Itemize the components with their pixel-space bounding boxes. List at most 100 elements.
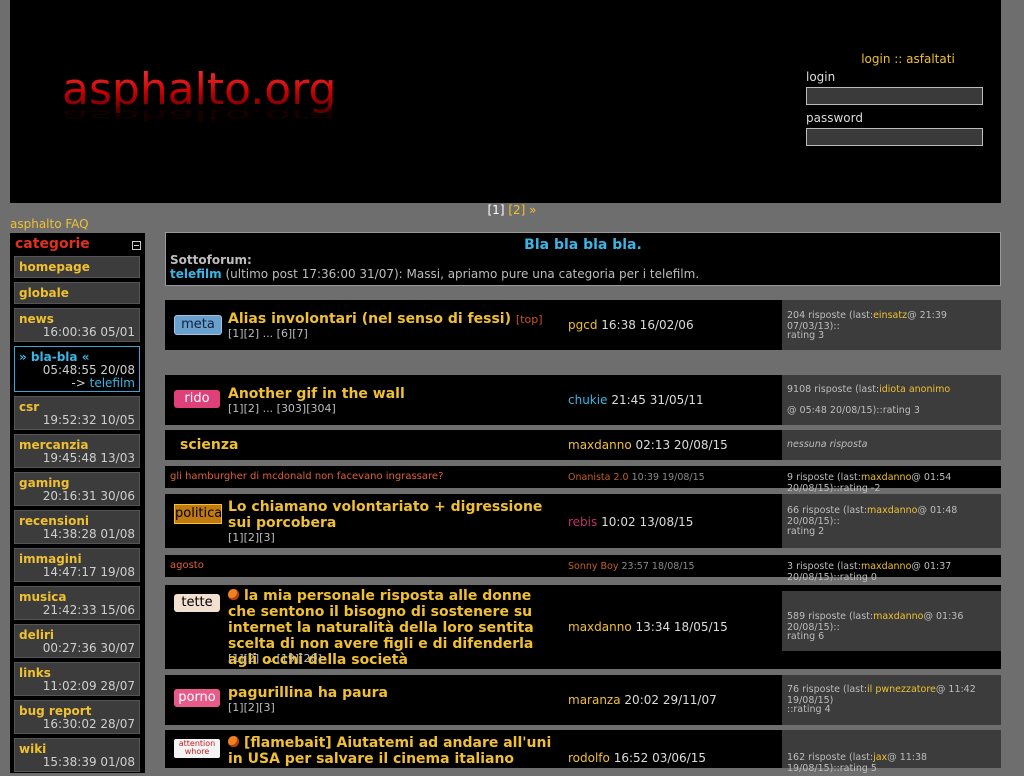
thread-title[interactable]: [flamebait] Aiutatemi ad andare all'uni … (228, 735, 558, 767)
login-box: login :: asfaltati login password (806, 52, 996, 152)
last-user[interactable]: maxdanno (861, 561, 911, 572)
thread-author[interactable]: rodolfo (568, 751, 610, 765)
thread-stats: nessuna risposta (782, 430, 1001, 460)
subforum-link[interactable]: telefilm (170, 267, 222, 281)
thread-row[interactable]: politica Lo chiamano volontariato + digr… (165, 494, 1001, 548)
category-wiki[interactable]: wiki 15:38:39 01/08 (14, 738, 140, 772)
thread-date: 10:02 13/08/15 (601, 515, 694, 529)
thread-title[interactable]: pagurillina ha paura (228, 685, 388, 701)
thread-stats: 3 risposte (last:maxdanno@ 01:37 20/08/1… (787, 561, 1001, 583)
logo-reflection: asphalto.org (62, 106, 336, 124)
thread-title[interactable]: scienza (180, 437, 239, 453)
thread-title[interactable]: Lo chiamano volontariato + digressione s… (228, 499, 548, 531)
thread-pages[interactable]: [1][2] ... [303][304] (228, 402, 336, 415)
login-title: login :: asfaltati (820, 52, 996, 66)
thread-author[interactable]: Sonny Boy (568, 561, 618, 572)
thread-pages[interactable]: [1][2] ... [19][20] (228, 652, 322, 665)
category-last-post-time: 05:48:55 20/08 (42, 363, 135, 377)
category-label: musica (19, 590, 67, 604)
thread-pages[interactable]: [1][2][3] (228, 531, 275, 544)
category-news[interactable]: news 16:00:36 05/01 (14, 308, 140, 342)
category-mercanzia[interactable]: mercanzia 19:45:48 13/03 (14, 434, 140, 468)
thread-row-compact[interactable]: agosto Sonny Boy 23:57 18/08/15 3 rispos… (165, 555, 1001, 583)
thread-row[interactable]: rido Another gif in the wall [1][2] ... … (165, 375, 1001, 425)
thread-date: 16:38 16/02/06 (601, 318, 694, 332)
category-immagini[interactable]: immagini 14:47:17 19/08 (14, 548, 140, 582)
thread-date: 02:13 20/08/15 (635, 438, 728, 452)
thread-rating: rating 2 (787, 526, 825, 537)
last-user[interactable]: maxdanno (861, 472, 911, 483)
category-recensioni[interactable]: recensioni 14:38:28 01/08 (14, 510, 140, 544)
thread-date: 21:45 31/05/11 (611, 393, 704, 407)
thread-author[interactable]: maxdanno (568, 438, 632, 452)
thread-row[interactable]: attention whore [flamebait] Aiutatemi ad… (165, 730, 1001, 774)
thread-title[interactable]: Alias involontari (nel senso di fessi) [… (228, 311, 542, 328)
subforum-line: telefilm (ultimo post 17:36:00 31/07): M… (170, 267, 699, 281)
thread-row[interactable]: tette la mia personale risposta alle don… (165, 585, 1001, 669)
thread-rating: ::rating 4 (787, 704, 831, 715)
category-gaming[interactable]: gaming 20:16:31 30/06 (14, 472, 140, 506)
category-label: bug report (19, 704, 92, 718)
thread-replies: nessuna risposta (787, 439, 868, 450)
thread-author-date: rebis 10:02 13/08/15 (568, 515, 693, 529)
top-link[interactable]: [top] (516, 313, 543, 326)
thread-pages[interactable]: [1][2][3] (228, 701, 275, 714)
last-user[interactable]: maxdanno (867, 505, 917, 516)
thread-stats: 9108 risposte (last:idiota anonimo @ 05:… (782, 375, 1001, 425)
category-links[interactable]: links 11:02:09 28/07 (14, 662, 140, 696)
category-musica[interactable]: musica 21:42:33 15/06 (14, 586, 140, 620)
category-label: immagini (19, 552, 82, 566)
next-page-arrow[interactable]: » (529, 203, 536, 217)
category-csr[interactable]: csr 19:52:32 10/05 (14, 396, 140, 430)
thread-pages[interactable]: [1][2] ... [6][7] (228, 327, 308, 340)
site-logo[interactable]: asphalto.org asphalto.org (56, 64, 376, 134)
category-bug-report[interactable]: bug report 16:30:02 28/07 (14, 700, 140, 734)
thread-stats: 589 risposte (last:maxdanno@ 01:36 20/08… (782, 591, 1001, 651)
category-label: homepage (19, 260, 90, 274)
page-2-link[interactable]: [2] (508, 203, 525, 217)
thread-stats: 66 risposte (last:maxdanno@ 01:48 20/08/… (782, 494, 1001, 548)
thread-replies: 162 risposte (last:jax@ 11:38 19/08/15):… (787, 752, 997, 774)
last-user[interactable]: maxdanno (873, 611, 923, 622)
last-user[interactable]: il pwnezzatore (867, 684, 936, 695)
tag-meta-icon: meta (174, 315, 222, 335)
category-deliri[interactable]: deliri 00:27:36 30/07 (14, 624, 140, 658)
last-user[interactable]: idiota anonimo (879, 384, 950, 395)
thread-author[interactable]: maxdanno (568, 620, 632, 634)
thread-row[interactable]: scienza maxdanno 02:13 20/08/15 nessuna … (165, 430, 1001, 460)
subcategory-telefilm[interactable]: -> telefilm (71, 376, 135, 390)
login-link[interactable]: login (861, 52, 890, 66)
last-user[interactable]: einsatz (873, 310, 907, 321)
thread-row-compact[interactable]: gli hamburgher di mcdonald non facevano … (165, 466, 1001, 494)
replies-count: 9108 risposte (last: (787, 384, 880, 395)
replies-count: 76 risposte (last: (787, 684, 868, 695)
replies-count: 162 risposte (last: (787, 752, 874, 763)
thread-stats: 204 risposte (last:einsatz@ 21:39 07/03/… (782, 300, 1001, 350)
faq-link[interactable]: asphalto FAQ (10, 217, 89, 231)
username-input[interactable] (806, 87, 983, 105)
thread-rating: rating 3 (787, 330, 825, 341)
category-last-post-time: 16:00:36 05/01 (42, 325, 135, 339)
category-label: deliri (19, 628, 54, 642)
thread-author[interactable]: maranza (568, 693, 621, 707)
tag-tette-icon: tette (174, 594, 220, 612)
thread-row[interactable]: meta Alias involontari (nel senso di fes… (165, 300, 1001, 350)
register-link[interactable]: asfaltati (906, 52, 955, 66)
thread-title[interactable]: gli hamburgher di mcdonald non facevano … (170, 471, 443, 482)
category-bla-bla[interactable]: » bla-bla « 05:48:55 20/08 -> telefilm (14, 346, 140, 392)
thread-date: 23:57 18/08/15 (621, 561, 695, 572)
collapse-icon[interactable] (132, 241, 141, 250)
password-input[interactable] (806, 128, 983, 146)
category-globale[interactable]: globale (14, 282, 140, 304)
thread-replies: 204 risposte (last:einsatz@ 21:39 07/03/… (787, 310, 997, 332)
thread-title[interactable]: Another gif in the wall (228, 386, 405, 402)
last-user[interactable]: jax (873, 752, 887, 763)
thread-author[interactable]: chukie (568, 393, 607, 407)
thread-author[interactable]: rebis (568, 515, 597, 529)
thread-title[interactable]: agosto (170, 560, 204, 571)
category-homepage[interactable]: homepage (14, 256, 140, 278)
category-label: mercanzia (19, 438, 89, 452)
thread-author[interactable]: pgcd (568, 318, 597, 332)
thread-author[interactable]: Onanista 2.0 (568, 472, 629, 483)
thread-row[interactable]: porno pagurillina ha paura [1][2][3] mar… (165, 675, 1001, 725)
